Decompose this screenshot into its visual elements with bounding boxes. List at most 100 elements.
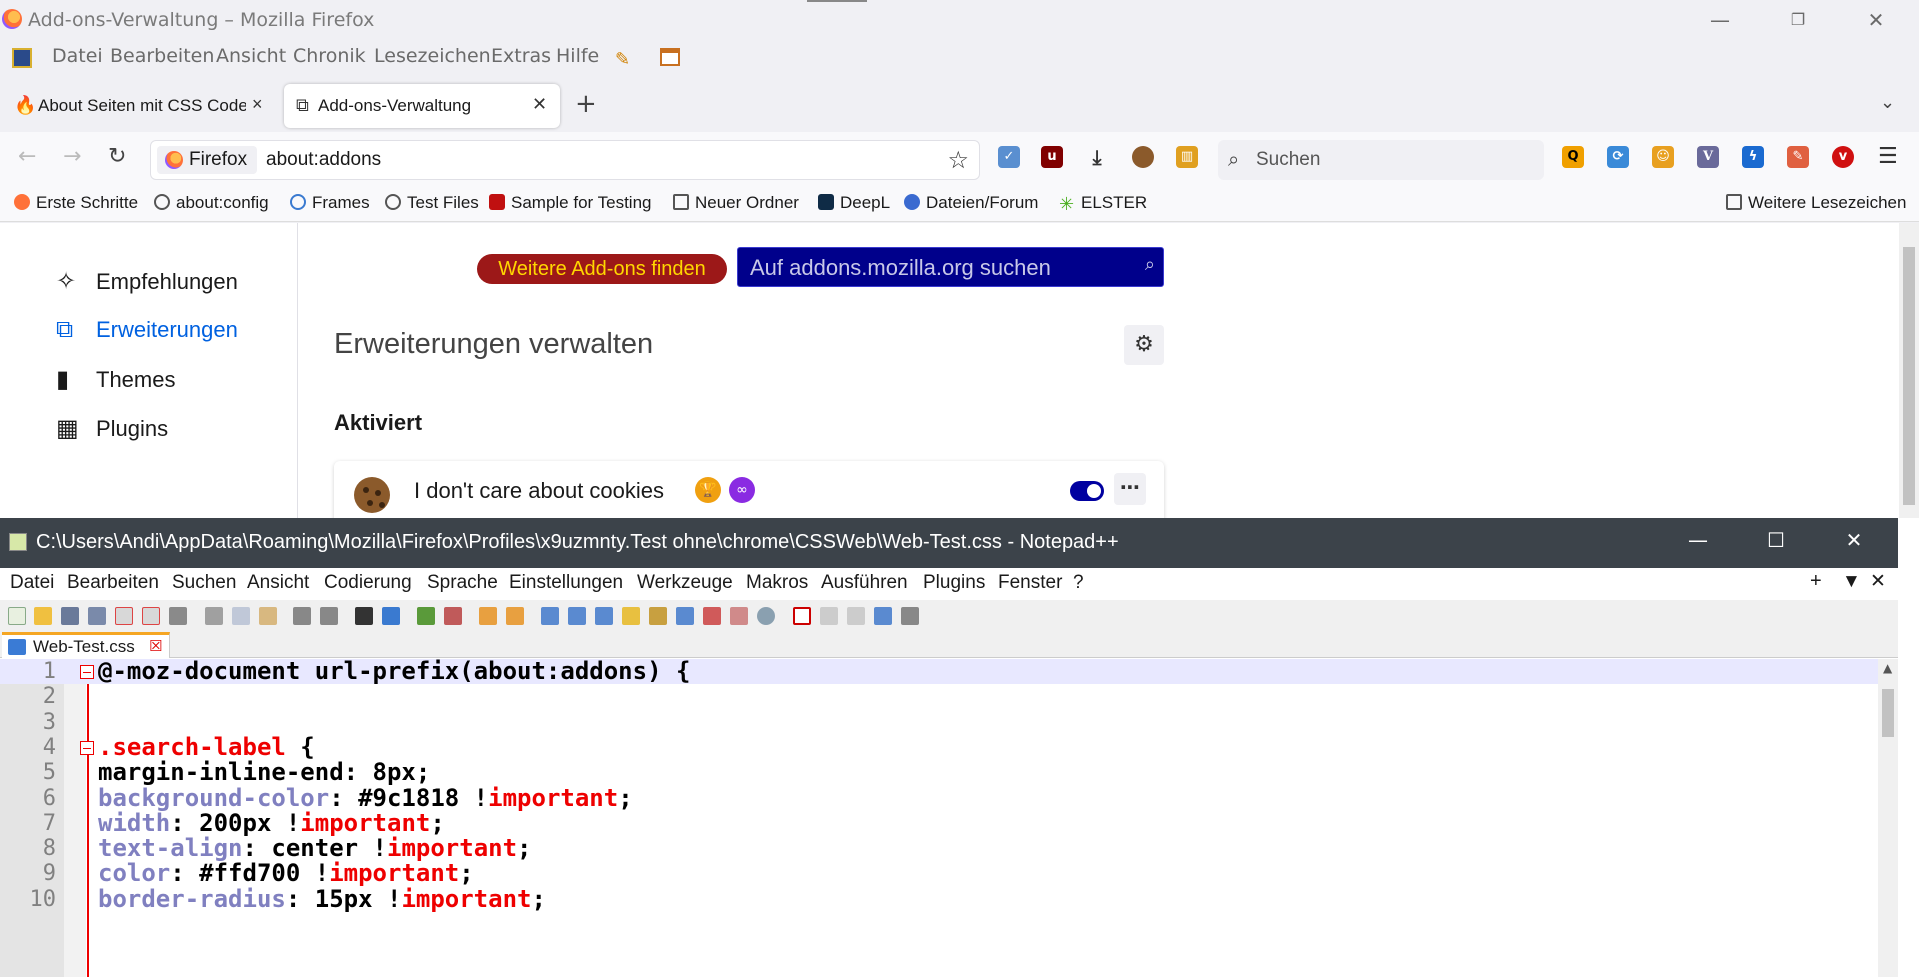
bookmark-dateien-forum[interactable]: Dateien/Forum [904, 193, 1038, 213]
bolt-ext-icon[interactable]: ϟ [1742, 146, 1764, 168]
ublock-icon[interactable]: u [1041, 146, 1063, 168]
new-tab-button[interactable]: + [575, 89, 597, 119]
folder-icon[interactable] [730, 607, 748, 625]
menu-ausfuehren[interactable]: Ausführen [821, 572, 908, 594]
code-line[interactable]: 5 margin-inline-end: 8px; [0, 760, 1880, 786]
bookmark-about-config[interactable]: about:config [154, 193, 269, 213]
menu-makros[interactable]: Makros [746, 572, 808, 594]
tab-add-ons-verwaltung[interactable]: ⧉ Add-ons-Verwaltung ✕ [284, 84, 560, 128]
document-list-icon[interactable] [676, 607, 694, 625]
play-macro-icon[interactable] [847, 607, 865, 625]
indent-guide-icon[interactable] [595, 607, 613, 625]
menu-extras[interactable]: Extras [491, 45, 551, 67]
save-all-icon[interactable] [88, 607, 106, 625]
category-erweiterungen[interactable]: ⧉ Erweiterungen [56, 316, 238, 344]
code-line[interactable]: 7 width: 200px !important; [0, 810, 1880, 836]
bookmark-elster[interactable]: ✳ ELSTER [1059, 193, 1147, 214]
menu-ansicht[interactable]: Ansicht [247, 572, 309, 594]
new-file-icon[interactable] [8, 607, 26, 625]
run-macro-multiple-icon[interactable] [874, 607, 892, 625]
editor-scrollbar[interactable]: ▲ [1878, 659, 1898, 977]
close-icon[interactable] [115, 607, 133, 625]
menu-help[interactable]: ? [1073, 572, 1084, 594]
print-icon[interactable] [169, 607, 187, 625]
code-line[interactable]: 10 border-radius: 15px !important; [0, 886, 1880, 912]
zoom-out-icon[interactable] [444, 607, 462, 625]
menu-plugins[interactable]: Plugins [923, 572, 985, 594]
code-line[interactable]: 1 @-moz-document url-prefix(about:addons)… [0, 659, 1880, 685]
menu-suchen[interactable]: Suchen [172, 572, 236, 594]
tampermonkey-icon[interactable]: ☺ [1652, 146, 1674, 168]
addon-enable-toggle[interactable] [1070, 481, 1104, 501]
tab-about-seiten[interactable]: 🔥 About Seiten mit CSS Code × [4, 84, 276, 128]
vivaldi-ext-icon[interactable]: v [1832, 146, 1854, 168]
extension-check-icon[interactable]: ✓ [998, 146, 1020, 168]
bookmark-star-icon[interactable]: ☆ [947, 146, 969, 174]
bookmark-test-files[interactable]: Test Files [385, 193, 479, 213]
document-map-icon[interactable] [649, 607, 667, 625]
menu-codierung[interactable]: Codierung [324, 572, 412, 594]
close-button[interactable]: ✕ [1824, 528, 1884, 552]
menu-fenster[interactable]: Fenster [998, 572, 1062, 594]
monitoring-eye-icon[interactable] [757, 607, 775, 625]
folder-as-workspace-icon[interactable] [622, 607, 640, 625]
code-line[interactable]: 3 [0, 710, 1880, 735]
menu-werkzeuge[interactable]: Werkzeuge [637, 572, 733, 594]
back-button[interactable]: ← [18, 144, 36, 169]
tab-close-icon[interactable]: ☒ [149, 637, 162, 655]
redo-icon[interactable] [320, 607, 338, 625]
tools-gear-button[interactable]: ⚙ [1124, 325, 1164, 365]
paste-icon[interactable] [259, 607, 277, 625]
show-all-chars-icon[interactable] [568, 607, 586, 625]
hamburger-menu-icon[interactable]: ☰ [1878, 144, 1898, 169]
sync-vertical-icon[interactable] [479, 607, 497, 625]
find-icon[interactable] [355, 607, 373, 625]
list-all-tabs-chevron-icon[interactable]: ⌄ [1880, 92, 1895, 113]
menu-einstellungen[interactable]: Einstellungen [509, 572, 623, 594]
zoom-in-icon[interactable] [417, 607, 435, 625]
close-document-icon[interactable]: ✕ [1870, 570, 1886, 593]
bookmark-neuer-ordner[interactable]: Neuer Ordner [673, 193, 799, 213]
cookie-icon[interactable] [1132, 146, 1154, 168]
addon-card[interactable]: I don't care about cookies 🏆 ∞ ⋯ [334, 461, 1164, 518]
new-document-plus-icon[interactable]: + [1810, 570, 1822, 593]
code-line[interactable]: 2 [0, 684, 1880, 709]
extension-icon[interactable]: ▥ [1176, 146, 1198, 168]
bookmark-erste-schritte[interactable]: Erste Schritte [14, 193, 138, 213]
save-macro-icon[interactable] [901, 607, 919, 625]
fold-toggle-icon[interactable] [80, 664, 94, 679]
tab-close-icon[interactable]: ✕ [532, 94, 547, 115]
word-wrap-icon[interactable] [541, 607, 559, 625]
scrollbar-thumb[interactable] [1903, 247, 1915, 505]
edit-note-icon[interactable]: ✎ [615, 49, 630, 70]
code-line[interactable]: 4 .search-label { [0, 734, 1880, 760]
v-ext-icon[interactable]: V [1697, 146, 1719, 168]
maximize-button[interactable]: ☐ [1746, 528, 1806, 552]
category-empfehlungen[interactable]: ✧ Empfehlungen [56, 267, 238, 296]
category-themes[interactable]: ▮ Themes [56, 365, 175, 394]
scroll-up-arrow-icon[interactable]: ▲ [1883, 661, 1892, 675]
search-bar[interactable]: ⌕ Suchen [1218, 140, 1544, 180]
stop-macro-icon[interactable] [820, 607, 838, 625]
file-tab-web-test-css[interactable]: Web-Test.css ☒ [2, 632, 170, 658]
minimize-button[interactable]: — [1690, 4, 1750, 36]
forward-button[interactable]: → [63, 144, 81, 169]
record-macro-icon[interactable] [793, 607, 811, 625]
addon-name[interactable]: I don't care about cookies [414, 478, 664, 504]
replace-icon[interactable] [382, 607, 400, 625]
fold-toggle-icon[interactable] [80, 740, 94, 755]
copy-icon[interactable] [232, 607, 250, 625]
screenshot-ext-icon[interactable]: ✎ [1787, 146, 1809, 168]
calendar-icon[interactable] [660, 48, 680, 66]
menu-datei[interactable]: Datei [52, 45, 103, 67]
menu-ansicht[interactable]: Ansicht [216, 45, 286, 67]
url-text[interactable]: about:addons [266, 149, 381, 171]
save-icon[interactable] [61, 607, 79, 625]
code-line[interactable]: 6 background-color: #9c1818 !important; [0, 785, 1880, 811]
code-editor[interactable]: 1 @-moz-document url-prefix(about:addons)… [0, 659, 1898, 977]
app-menu-icon[interactable] [12, 48, 32, 68]
category-plugins[interactable]: ▦ Plugins [56, 414, 168, 443]
menu-bearbeiten[interactable]: Bearbeiten [67, 572, 159, 594]
addon-more-options-button[interactable]: ⋯ [1114, 473, 1146, 505]
minimize-button[interactable]: — [1668, 528, 1728, 552]
